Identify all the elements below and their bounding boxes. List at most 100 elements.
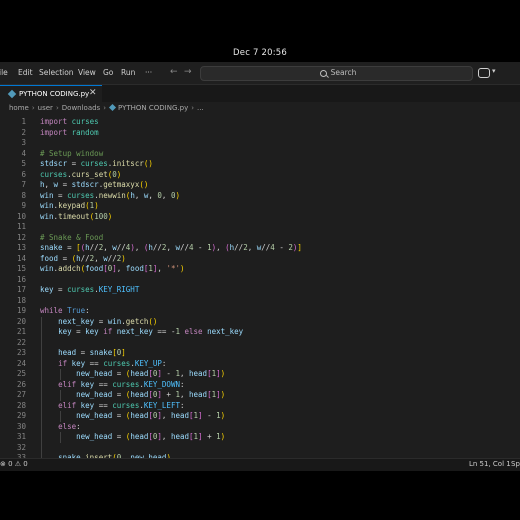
editor-tab-python-coding[interactable]: PYTHON CODING.py ✕ <box>0 85 102 103</box>
line-number: 31 <box>16 432 26 441</box>
line-number: 21 <box>16 327 26 336</box>
chevron-right-icon: › <box>191 104 195 112</box>
code-text: new_head = (head[0] + 1, head[1]) <box>76 390 226 399</box>
line-number: 2 <box>21 127 26 137</box>
line-number: 24 <box>16 358 26 368</box>
code-line[interactable]: 30 else: <box>0 422 520 433</box>
code-line[interactable]: 24 if key == curses.KEY_UP: <box>0 359 520 370</box>
code-line[interactable]: 14 food = (h//2, w//2) <box>0 254 520 265</box>
line-number: 6 <box>21 169 26 179</box>
python-file-icon <box>108 103 117 112</box>
code-line[interactable]: 15 win.addch(food[0], food[1], '*') <box>0 264 520 275</box>
code-text: while True: <box>40 306 90 315</box>
chevron-down-icon[interactable]: ▾ <box>492 67 496 75</box>
code-text: if key == curses.KEY_UP: <box>58 358 167 368</box>
code-line[interactable]: 19 while True: <box>0 306 520 317</box>
code-line[interactable]: 25 new_head = (head[0] - 1, head[1]) <box>0 369 520 380</box>
code-text: h, w = stdscr.getmaxyx() <box>40 180 149 189</box>
code-line[interactable]: 21 key = key if next_key == -1 else next… <box>0 327 520 338</box>
vscode-window: ile Edit Selection View Go Run ··· ← → S… <box>0 62 520 471</box>
chevron-right-icon: › <box>55 104 59 112</box>
code-line[interactable]: 16 <box>0 275 520 286</box>
code-line[interactable]: 9 win.keypad(1) <box>0 201 520 212</box>
code-line[interactable]: 20 next_key = win.getch() <box>0 317 520 328</box>
code-text: head = snake[0] <box>58 348 126 357</box>
indent-guide <box>60 369 61 380</box>
menu-view[interactable]: View <box>78 68 96 80</box>
cursor-position[interactable]: Ln 51, Col 1 <box>469 460 511 468</box>
code-line[interactable]: 27 new_head = (head[0] + 1, head[1]) <box>0 390 520 401</box>
line-number: 28 <box>16 400 26 410</box>
copilot-chat-icon[interactable] <box>478 68 490 78</box>
code-line[interactable]: 7 h, w = stdscr.getmaxyx() <box>0 180 520 191</box>
command-center-search[interactable]: Search <box>200 66 473 81</box>
indent-guide <box>60 432 61 443</box>
line-number: 8 <box>21 190 26 200</box>
tab-label: PYTHON CODING.py <box>19 90 90 98</box>
code-line[interactable]: 18 <box>0 296 520 307</box>
breadcrumb-downloads[interactable]: Downloads <box>62 104 100 112</box>
code-line[interactable]: 31 new_head = (head[0], head[1] + 1) <box>0 432 520 443</box>
code-line[interactable]: 29 new_head = (head[0], head[1] - 1) <box>0 411 520 422</box>
code-line[interactable]: 6 curses.curs_set(0) <box>0 170 520 181</box>
line-number: 32 <box>16 442 26 452</box>
code-line[interactable]: 12 # Snake & Food <box>0 233 520 244</box>
code-line[interactable]: 1 import curses <box>0 117 520 128</box>
system-top-bar: Dec 7 20:56 <box>0 46 520 62</box>
menu-selection[interactable]: Selection <box>39 68 74 80</box>
code-line[interactable]: 3 <box>0 138 520 149</box>
code-line[interactable]: 13 snake = [(h//2, w//4), (h//2, w//4 - 1… <box>0 243 520 254</box>
code-line[interactable]: 26 elif key == curses.KEY_DOWN: <box>0 380 520 391</box>
code-text: stdscr = curses.initscr() <box>40 159 153 168</box>
code-line[interactable]: 8 win = curses.newwin(h, w, 0, 0) <box>0 191 520 202</box>
code-text: win.addch(food[0], food[1], '*') <box>40 264 185 273</box>
close-icon[interactable]: ✕ <box>89 88 97 98</box>
code-text: elif key == curses.KEY_DOWN: <box>58 379 185 389</box>
line-number: 7 <box>21 180 26 189</box>
status-bar: ⊗ 0 ⚠ 0 Ln 51, Col 1 Sp <box>0 458 520 471</box>
code-line[interactable]: 17 key = curses.KEY_RIGHT <box>0 285 520 296</box>
code-line[interactable]: 32 <box>0 443 520 454</box>
breadcrumb-user[interactable]: user <box>38 104 53 112</box>
line-number: 12 <box>16 232 26 242</box>
code-line[interactable]: 10 win.timeout(100) <box>0 212 520 223</box>
line-number: 26 <box>16 379 26 389</box>
indentation-status[interactable]: Sp <box>511 460 520 468</box>
code-text: new_head = (head[0], head[1] + 1) <box>76 432 226 441</box>
code-line[interactable]: 5 stdscr = curses.initscr() <box>0 159 520 170</box>
code-line[interactable]: 22 <box>0 338 520 349</box>
problems-status[interactable]: ⊗ 0 ⚠ 0 <box>0 460 28 468</box>
line-number: 20 <box>16 316 26 326</box>
line-number: 27 <box>16 390 26 399</box>
line-number: 17 <box>16 285 26 294</box>
line-number: 18 <box>16 295 26 305</box>
menu-more[interactable]: ··· <box>145 68 152 80</box>
breadcrumb-home[interactable]: home <box>9 104 29 112</box>
line-number: 3 <box>21 138 26 147</box>
code-line[interactable]: 2 import random <box>0 128 520 139</box>
code-line[interactable]: 4 # Setup window <box>0 149 520 160</box>
code-editor[interactable]: 1 import curses 2 import random 3 4 # Setup wi… <box>0 117 520 459</box>
arrow-left-icon[interactable]: ← <box>170 67 178 77</box>
breadcrumb-symbols[interactable]: ... <box>197 104 204 112</box>
indent-guide <box>41 316 42 459</box>
menu-file[interactable]: ile <box>0 68 8 80</box>
line-number: 22 <box>16 337 26 347</box>
menu-run[interactable]: Run <box>121 68 135 80</box>
menu-edit[interactable]: Edit <box>18 68 33 80</box>
code-text: new_head = (head[0], head[1] - 1) <box>76 411 226 420</box>
code-line[interactable]: 23 head = snake[0] <box>0 348 520 359</box>
system-clock[interactable]: Dec 7 20:56 <box>0 48 520 58</box>
code-text: win.timeout(100) <box>40 211 113 221</box>
breadcrumb-file[interactable]: PYTHON CODING.py <box>118 104 188 112</box>
code-line[interactable]: 28 elif key == curses.KEY_LEFT: <box>0 401 520 412</box>
arrow-right-icon[interactable]: → <box>184 67 192 77</box>
menu-go[interactable]: Go <box>103 68 113 80</box>
chevron-right-icon: › <box>103 104 107 112</box>
line-number: 5 <box>21 159 26 168</box>
code-text: else: <box>58 421 81 431</box>
line-number: 29 <box>16 411 26 420</box>
line-number: 15 <box>16 264 26 273</box>
code-text: win = curses.newwin(h, w, 0, 0) <box>40 190 180 200</box>
code-line[interactable]: 11 <box>0 222 520 233</box>
